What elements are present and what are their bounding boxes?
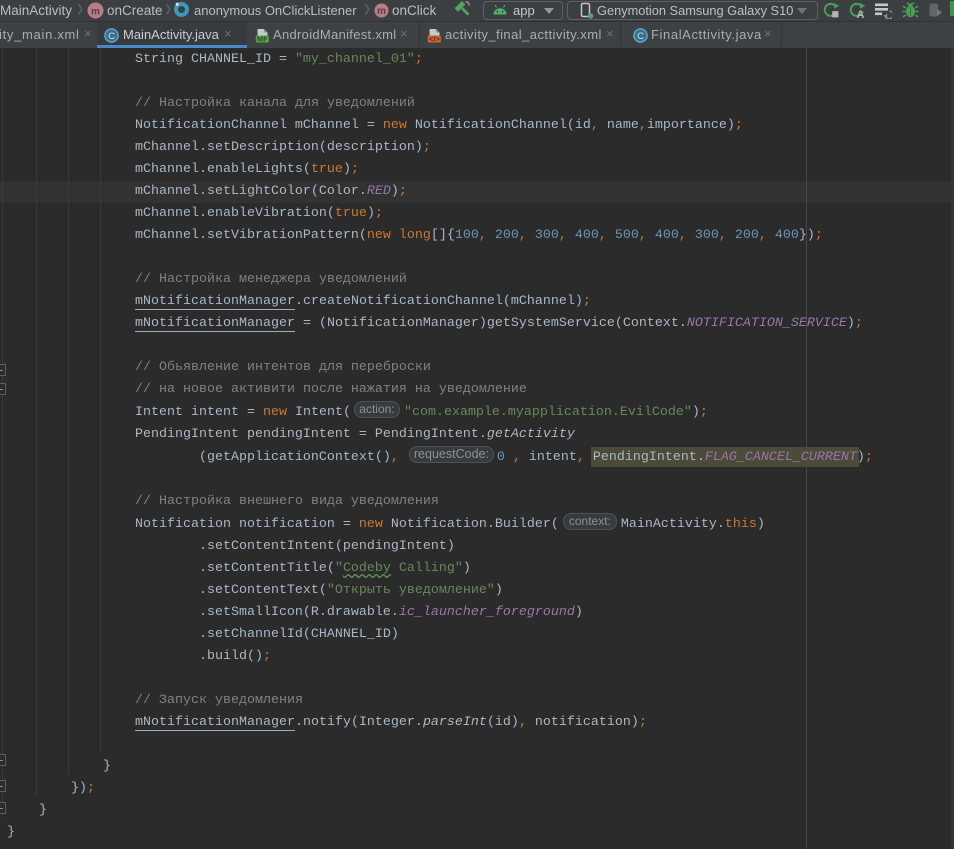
svg-text:C: C	[108, 31, 115, 42]
svg-text:m: m	[377, 6, 386, 17]
svg-text:A: A	[857, 9, 865, 19]
svg-text:</>: </>	[429, 34, 440, 43]
svg-text:MF: MF	[257, 34, 268, 43]
svg-text:C: C	[637, 31, 644, 42]
svg-text:m: m	[91, 7, 100, 18]
